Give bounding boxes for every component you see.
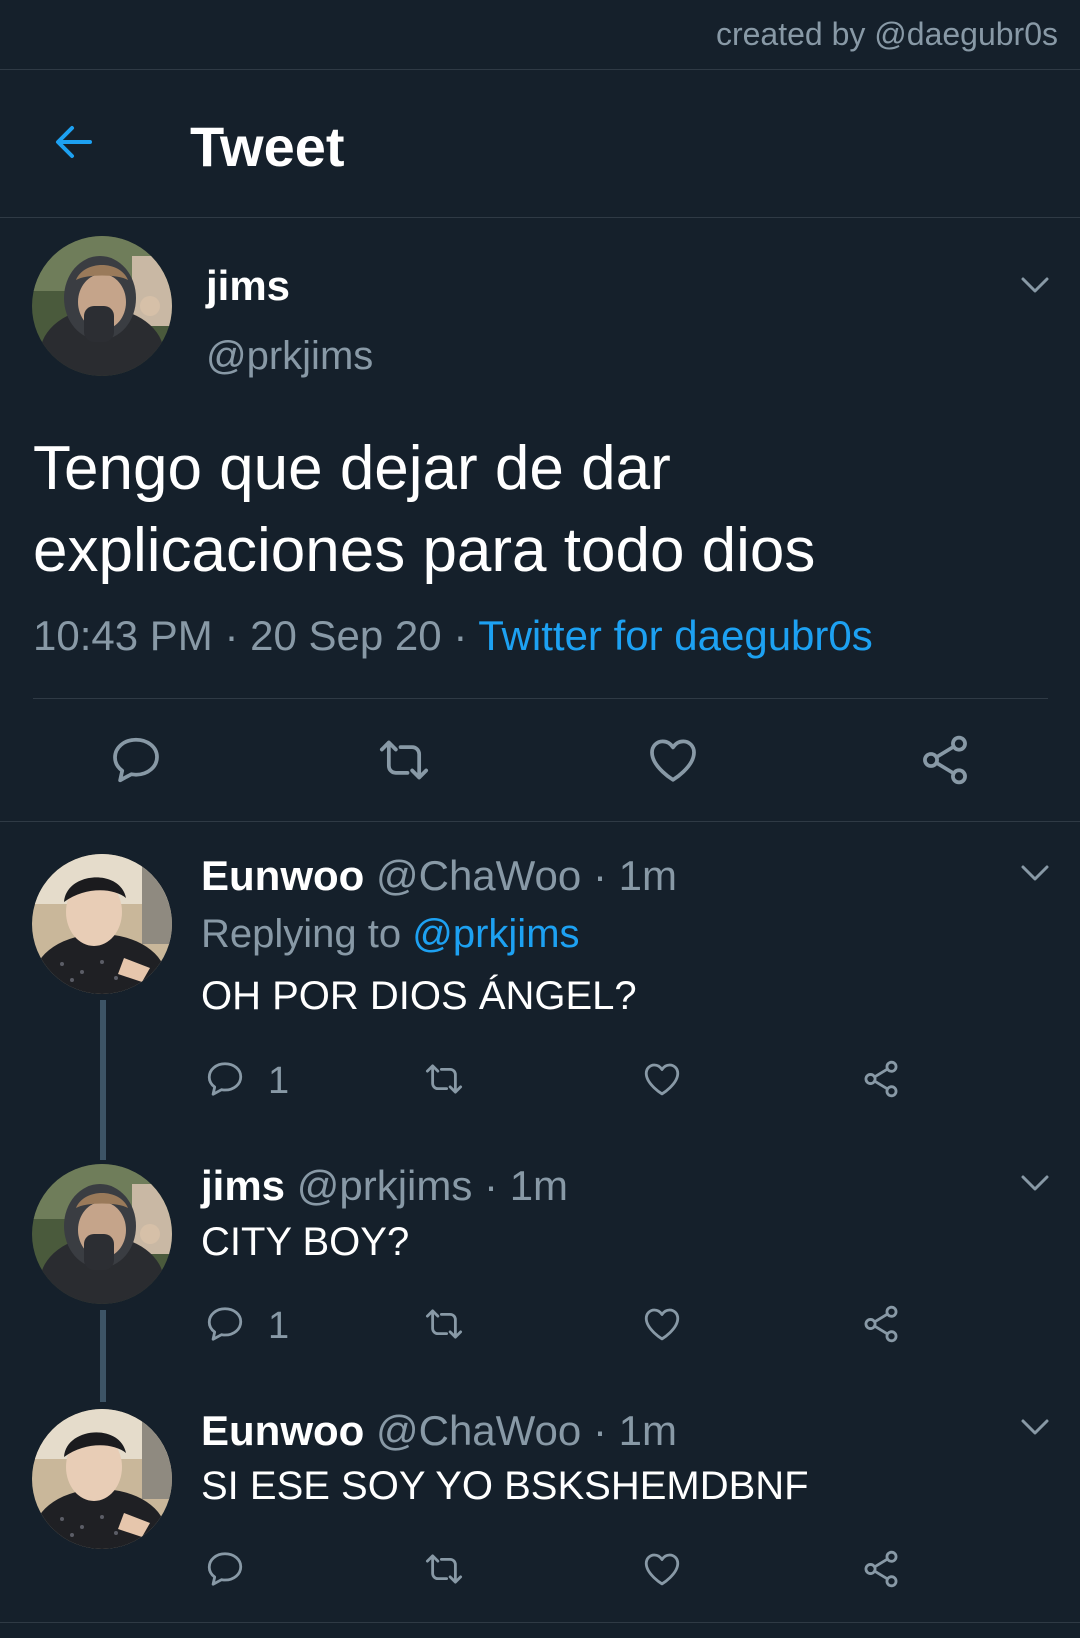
- reply-icon[interactable]: [108, 732, 164, 788]
- chevron-down-icon[interactable]: [1020, 864, 1050, 882]
- share-icon[interactable]: [917, 732, 973, 788]
- thread-line: [100, 1000, 106, 1160]
- page-title: Tweet: [190, 115, 345, 178]
- author-name[interactable]: jims: [201, 1162, 285, 1209]
- avatar[interactable]: [32, 236, 172, 376]
- reply-header: jims @prkjims · 1m: [201, 1162, 568, 1210]
- avatar[interactable]: [32, 854, 172, 994]
- like-icon[interactable]: [641, 1058, 683, 1100]
- author-name[interactable]: Eunwoo: [201, 1407, 364, 1454]
- tweet-date: 20 Sep 20: [250, 612, 442, 659]
- retweet-icon[interactable]: [376, 732, 432, 788]
- divider: [33, 698, 1048, 699]
- author-name[interactable]: Eunwoo: [201, 852, 364, 899]
- reply-text: OH POR DIOS ÁNGEL?: [201, 974, 637, 1018]
- reply-count: 1: [268, 1305, 290, 1347]
- tweet-time: 1m: [509, 1162, 569, 1209]
- divider: [0, 1622, 1080, 1623]
- replying-label: Replying to: [201, 912, 402, 956]
- credit-text: created by @daegubr0s: [715, 16, 1058, 52]
- like-icon[interactable]: [641, 1303, 683, 1345]
- tweet-text: Tengo que dejar de dar explicaciones par…: [33, 434, 816, 585]
- author-handle[interactable]: @ChaWoo: [376, 1407, 581, 1454]
- replying-handle-link[interactable]: @prkjims: [412, 912, 579, 956]
- replying-to: Replying to @prkjims: [201, 912, 580, 957]
- author-handle[interactable]: @prkjims: [297, 1162, 473, 1209]
- credit-bar: created by @daegubr0s: [0, 0, 1080, 70]
- chevron-down-icon[interactable]: [1020, 1418, 1050, 1436]
- meta-separator: ·: [224, 612, 239, 659]
- reply-count: 1: [268, 1060, 290, 1102]
- chevron-down-icon[interactable]: [1020, 1174, 1050, 1192]
- tweet-meta: 10:43 PM · 20 Sep 20 · Twitter for daegu…: [33, 612, 873, 660]
- tweet-time: 1m: [618, 852, 677, 899]
- thread-line: [100, 1310, 106, 1402]
- author-name[interactable]: jims: [206, 262, 290, 310]
- tweet-source-link[interactable]: Twitter for daegubr0s: [478, 612, 873, 659]
- reply-header: Eunwoo @ChaWoo · 1m: [201, 852, 677, 900]
- meta-separator: ·: [453, 612, 468, 659]
- share-icon[interactable]: [860, 1058, 902, 1100]
- meta-separator: ·: [592, 852, 607, 899]
- like-icon[interactable]: [645, 732, 701, 788]
- avatar[interactable]: [32, 1164, 172, 1304]
- reply-icon[interactable]: [204, 1058, 246, 1100]
- reply-icon[interactable]: [204, 1303, 246, 1345]
- share-icon[interactable]: [860, 1303, 902, 1345]
- retweet-icon[interactable]: [423, 1548, 465, 1590]
- meta-separator: ·: [484, 1162, 499, 1209]
- author-handle[interactable]: @prkjims: [206, 334, 373, 379]
- tweet-time: 1m: [618, 1407, 677, 1454]
- retweet-icon[interactable]: [423, 1303, 465, 1345]
- share-icon[interactable]: [860, 1548, 902, 1590]
- reply-text: SI ESE SOY YO BSKSHEMDBNF: [201, 1464, 809, 1508]
- divider: [0, 821, 1080, 822]
- back-arrow-icon[interactable]: [50, 118, 98, 166]
- top-bar: Tweet: [0, 70, 1080, 218]
- like-icon[interactable]: [641, 1548, 683, 1590]
- retweet-icon[interactable]: [423, 1058, 465, 1100]
- avatar[interactable]: [32, 1409, 172, 1549]
- tweet-time: 10:43 PM: [33, 612, 213, 659]
- reply-header: Eunwoo @ChaWoo · 1m: [201, 1407, 677, 1455]
- reply-text: CITY BOY?: [201, 1220, 410, 1264]
- meta-separator: ·: [592, 1407, 607, 1454]
- chevron-down-icon[interactable]: [1020, 276, 1050, 294]
- author-handle[interactable]: @ChaWoo: [376, 852, 581, 899]
- reply-icon[interactable]: [204, 1548, 246, 1590]
